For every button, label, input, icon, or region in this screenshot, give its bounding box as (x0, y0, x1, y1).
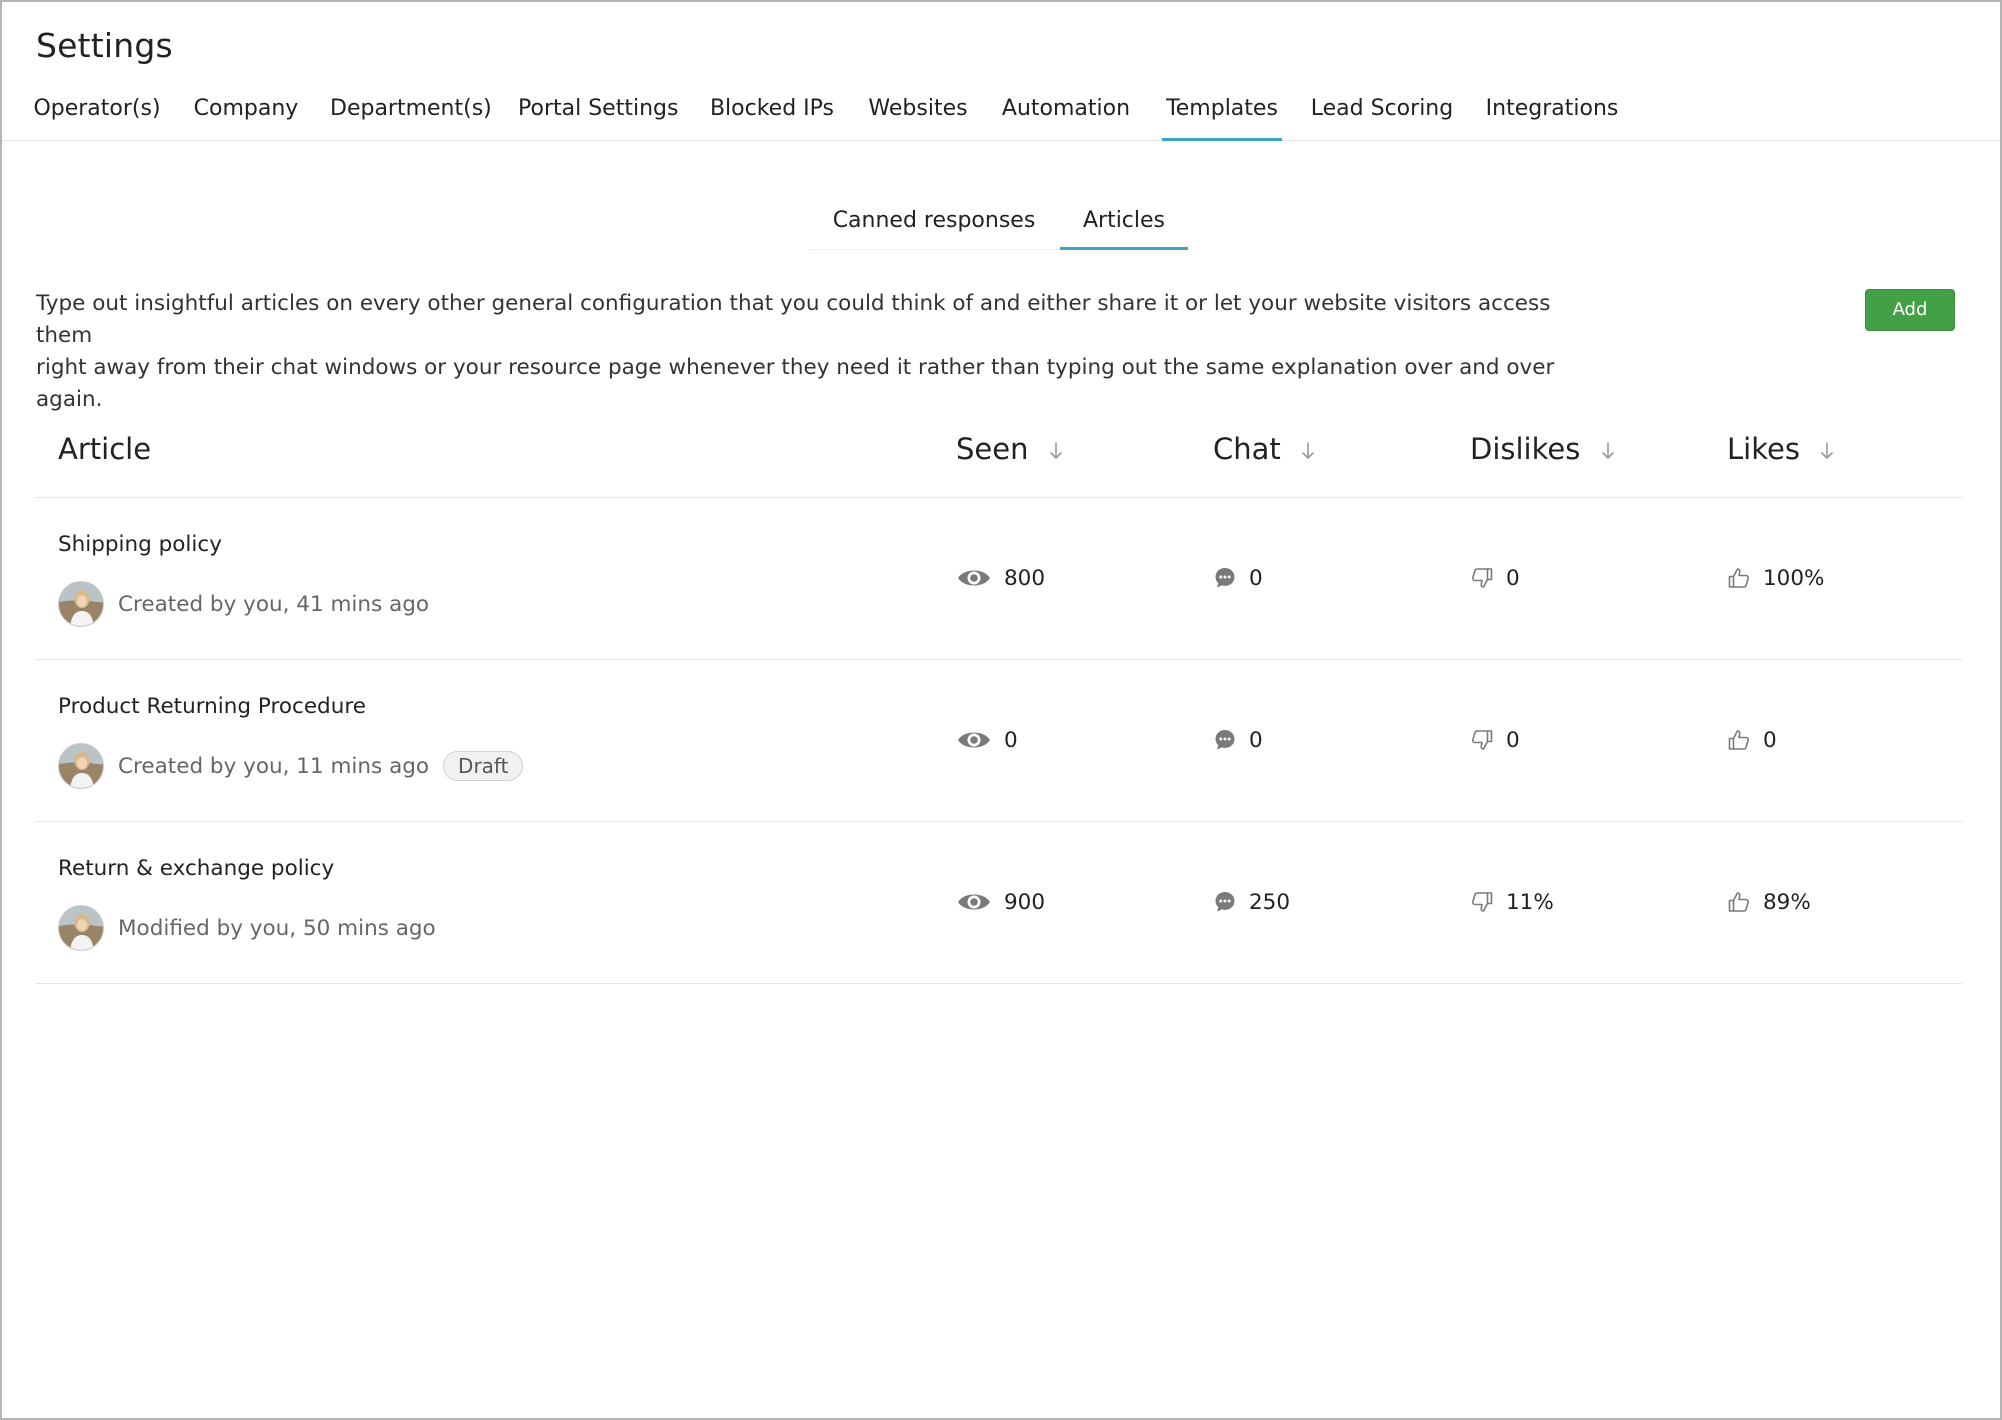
tab-canned-responses[interactable]: Canned responses (832, 208, 1036, 250)
sort-arrow-down-icon[interactable] (1300, 441, 1316, 461)
thumbs-down-icon (1470, 566, 1494, 590)
seen-value: 900 (1004, 889, 1046, 915)
page-title: Settings (36, 26, 173, 65)
description-line-2: right away from their chat windows or yo… (36, 355, 1555, 412)
eye-icon (956, 728, 992, 752)
article-title[interactable]: Return & exchange policy (58, 856, 334, 881)
dislikes-value: 0 (1506, 565, 1520, 591)
chat-bubble-icon (1213, 890, 1237, 914)
table-row[interactable]: Return & exchange policy Modified by you… (36, 822, 1962, 984)
column-header-chat[interactable]: Chat (1213, 432, 1316, 466)
avatar (58, 905, 104, 951)
column-header-seen[interactable]: Seen (956, 432, 1064, 466)
column-label-article: Article (58, 432, 152, 466)
tab-lead-scoring[interactable]: Lead Scoring (1310, 96, 1454, 141)
article-meta-text: Created by you, 41 mins ago (118, 591, 430, 617)
articles-description: Type out insightful articles on every ot… (36, 288, 1596, 416)
seen-count: 900 (956, 886, 1045, 918)
chat-bubble-icon (1213, 566, 1237, 590)
tab-departments[interactable]: Department(s) (330, 96, 492, 141)
tab-articles[interactable]: Articles (1060, 208, 1188, 250)
sort-arrow-down-icon[interactable] (1600, 441, 1616, 461)
dislikes-count: 0 (1470, 724, 1520, 756)
likes-count: 0 (1727, 724, 1777, 756)
dislikes-value: 0 (1506, 727, 1520, 753)
seen-value: 800 (1004, 565, 1046, 591)
table-row[interactable]: Shipping policy Created by you, 41 mins … (36, 498, 1962, 660)
tab-blocked-ips[interactable]: Blocked IPs (706, 96, 838, 141)
likes-count: 89% (1727, 886, 1811, 918)
main-tab-bar: Operator(s) Company Department(s) Portal… (2, 86, 2000, 141)
tab-websites[interactable]: Websites (866, 96, 970, 141)
description-line-1: Type out insightful articles on every ot… (36, 291, 1551, 348)
eye-icon (956, 566, 992, 590)
articles-table: Article Seen Chat Dislikes Likes Shippin… (36, 412, 1962, 984)
seen-count: 0 (956, 724, 1018, 756)
tab-integrations[interactable]: Integrations (1482, 96, 1622, 141)
add-article-button[interactable]: Add (1865, 289, 1955, 331)
thumbs-up-icon (1727, 566, 1751, 590)
likes-value: 89% (1763, 889, 1811, 915)
chat-value: 0 (1249, 727, 1263, 753)
likes-value: 100% (1763, 565, 1825, 591)
table-header: Article Seen Chat Dislikes Likes (36, 412, 1962, 498)
avatar (58, 581, 104, 627)
chat-value: 0 (1249, 565, 1263, 591)
tab-portal-settings[interactable]: Portal Settings (518, 96, 678, 141)
chat-count: 250 (1213, 886, 1290, 918)
app-window: Settings Operator(s) Company Department(… (0, 0, 2002, 1420)
thumbs-down-icon (1470, 728, 1494, 752)
dislikes-count: 11% (1470, 886, 1554, 918)
chat-count: 0 (1213, 562, 1263, 594)
article-meta: Created by you, 41 mins ago (58, 580, 429, 628)
dislikes-value: 11% (1506, 889, 1554, 915)
avatar (58, 743, 104, 789)
dislikes-count: 0 (1470, 562, 1520, 594)
article-title[interactable]: Product Returning Procedure (58, 694, 366, 719)
article-meta: Created by you, 11 mins ago Draft (58, 742, 524, 790)
chat-value: 250 (1249, 889, 1291, 915)
article-title[interactable]: Shipping policy (58, 532, 222, 557)
seen-count: 800 (956, 562, 1045, 594)
table-row[interactable]: Product Returning Procedure Created by y… (36, 660, 1962, 822)
tab-operators[interactable]: Operator(s) (32, 96, 162, 141)
draft-badge: Draft (443, 751, 524, 781)
column-label-seen: Seen (956, 432, 1029, 466)
thumbs-down-icon (1470, 890, 1494, 914)
column-label-likes: Likes (1727, 432, 1800, 466)
seen-value: 0 (1004, 727, 1018, 753)
chat-bubble-icon (1213, 728, 1237, 752)
article-meta-text: Created by you, 11 mins ago (118, 753, 430, 779)
article-meta-text: Modified by you, 50 mins ago (118, 915, 436, 941)
sub-tab-bar: Canned responses Articles (810, 202, 1190, 250)
eye-icon (956, 890, 992, 914)
likes-value: 0 (1763, 727, 1777, 753)
column-header-dislikes[interactable]: Dislikes (1470, 432, 1616, 466)
sort-arrow-down-icon[interactable] (1048, 441, 1064, 461)
thumbs-up-icon (1727, 728, 1751, 752)
likes-count: 100% (1727, 562, 1824, 594)
article-meta: Modified by you, 50 mins ago (58, 904, 436, 952)
chat-count: 0 (1213, 724, 1263, 756)
column-label-chat: Chat (1213, 432, 1281, 466)
tab-automation[interactable]: Automation (998, 96, 1134, 141)
thumbs-up-icon (1727, 890, 1751, 914)
sort-arrow-down-icon[interactable] (1819, 441, 1835, 461)
column-header-likes[interactable]: Likes (1727, 432, 1835, 466)
tab-templates[interactable]: Templates (1162, 96, 1282, 141)
tab-company[interactable]: Company (190, 96, 302, 141)
column-label-dislikes: Dislikes (1470, 432, 1581, 466)
column-header-article: Article (58, 432, 151, 466)
